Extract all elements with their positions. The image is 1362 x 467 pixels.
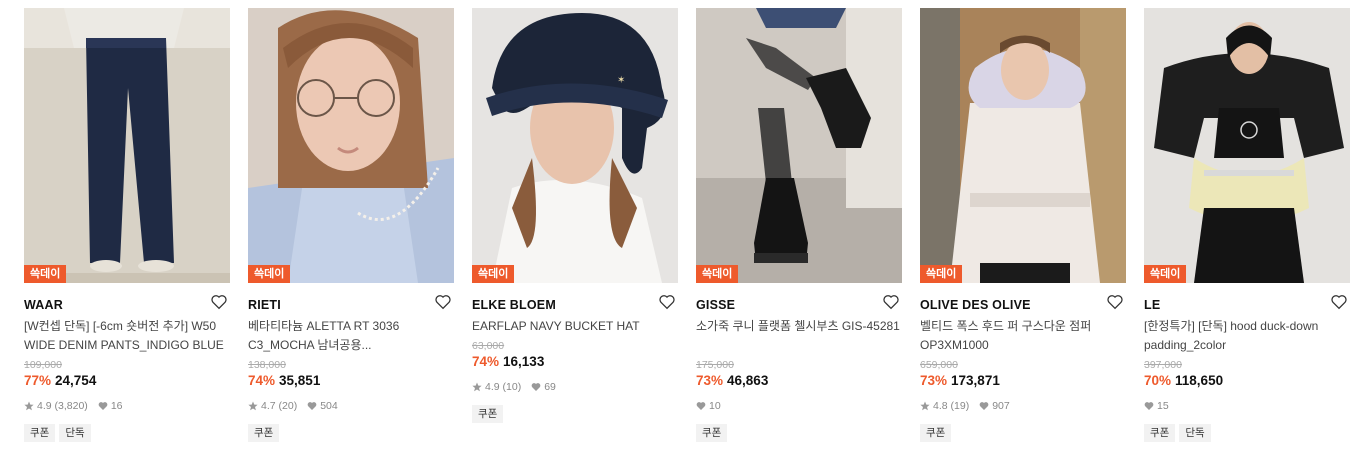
heart-outline-icon[interactable] <box>882 293 900 311</box>
product-name[interactable]: 벨티드 폭스 후드 퍼 구스다운 점퍼 OP3XM1000 <box>920 317 1126 355</box>
product-name[interactable]: [한정특가] [단독] hood duck-down padding_2colo… <box>1144 317 1350 355</box>
tag-exclusive: 단독 <box>59 424 91 442</box>
product-card[interactable]: 쓱데이 GISSE 소가죽 쿠니 플랫폼 첼시부츠 GIS-45281 175,… <box>696 8 902 442</box>
rating: 4.8 <box>933 400 948 412</box>
discount-rate: 74% <box>472 354 500 369</box>
brand-name[interactable]: OLIVE DES OLIVE <box>920 298 1031 312</box>
discount-rate: 73% <box>696 373 724 388</box>
sale-price: 173,871 <box>951 373 1000 388</box>
heart-outline-icon[interactable] <box>1106 293 1124 311</box>
sale-price: 118,650 <box>1175 373 1224 388</box>
product-image[interactable]: 쓱데이 <box>1144 8 1350 283</box>
product-grid: 쓱데이 WAAR [W컨셉 단독] [-6cm 숏버전 추가] W50 WIDE… <box>0 0 1362 467</box>
review-count: (20) <box>278 400 298 412</box>
tag-coupon: 쿠폰 <box>920 424 952 442</box>
heart-filled-icon <box>1144 402 1154 410</box>
tag-coupon: 쿠폰 <box>248 424 280 442</box>
product-image[interactable]: 쓱데이 <box>696 8 902 283</box>
tag-coupon: 쿠폰 <box>24 424 56 442</box>
product-card[interactable]: ✶ 쓱데이 ELKE BLOEM EARFLAP NAVY BUCKET HAT… <box>472 8 678 423</box>
promo-badge: 쓱데이 <box>1144 265 1187 283</box>
original-price: 109,000 <box>24 359 62 371</box>
like-count: 907 <box>992 400 1010 412</box>
heart-filled-icon <box>307 402 317 410</box>
rating: 4.9 <box>37 400 52 412</box>
product-image[interactable]: ✶ 쓱데이 <box>472 8 678 283</box>
review-count: (3,820) <box>54 400 88 412</box>
original-price: 63,000 <box>472 340 505 352</box>
brand-name[interactable]: RIETI <box>248 298 281 312</box>
promo-badge: 쓱데이 <box>920 265 963 283</box>
tag-coupon: 쿠폰 <box>1144 424 1176 442</box>
product-name[interactable]: [W컨셉 단독] [-6cm 숏버전 추가] W50 WIDE DENIM PA… <box>24 317 230 355</box>
star-icon <box>472 382 482 392</box>
discount-rate: 74% <box>248 373 276 388</box>
product-name[interactable]: 소가죽 쿠니 플랫폼 첼시부츠 GIS-45281 <box>696 317 902 355</box>
sale-price: 46,863 <box>727 373 769 388</box>
discount-rate: 73% <box>920 373 948 388</box>
like-count: 69 <box>544 381 556 393</box>
product-image[interactable]: 쓱데이 <box>24 8 230 283</box>
heart-filled-icon <box>979 402 989 410</box>
original-price: 138,000 <box>248 359 286 371</box>
promo-badge: 쓱데이 <box>248 265 291 283</box>
star-icon <box>24 401 34 411</box>
svg-text:✶: ✶ <box>617 75 625 86</box>
sale-price: 35,851 <box>279 373 321 388</box>
heart-filled-icon <box>696 402 706 410</box>
discount-rate: 70% <box>1144 373 1172 388</box>
review-count: (19) <box>950 400 970 412</box>
promo-badge: 쓱데이 <box>472 265 515 283</box>
review-count: (10) <box>502 381 522 393</box>
sale-price: 24,754 <box>55 373 97 388</box>
brand-name[interactable]: ELKE BLOEM <box>472 298 556 312</box>
product-card[interactable]: 쓱데이 WAAR [W컨셉 단독] [-6cm 숏버전 추가] W50 WIDE… <box>24 8 230 442</box>
heart-filled-icon <box>98 402 108 410</box>
product-name[interactable]: EARFLAP NAVY BUCKET HAT <box>472 317 678 336</box>
promo-badge: 쓱데이 <box>696 265 739 283</box>
tag-coupon: 쿠폰 <box>472 405 504 423</box>
heart-outline-icon[interactable] <box>658 293 676 311</box>
original-price: 175,000 <box>696 359 734 371</box>
star-icon <box>248 401 258 411</box>
tag-coupon: 쿠폰 <box>696 424 728 442</box>
sale-price: 16,133 <box>503 354 545 369</box>
heart-outline-icon[interactable] <box>434 293 452 311</box>
heart-filled-icon <box>531 383 541 391</box>
heart-outline-icon[interactable] <box>1330 293 1348 311</box>
like-count: 10 <box>709 400 721 412</box>
promo-badge: 쓱데이 <box>24 265 67 283</box>
brand-name[interactable]: GISSE <box>696 298 735 312</box>
rating: 4.7 <box>261 400 276 412</box>
discount-rate: 77% <box>24 373 52 388</box>
like-count: 16 <box>110 400 123 412</box>
product-image[interactable]: 쓱데이 <box>248 8 454 283</box>
star-icon <box>920 401 930 411</box>
like-count: 15 <box>1157 400 1169 412</box>
tag-exclusive: 단독 <box>1179 424 1211 442</box>
heart-outline-icon[interactable] <box>210 293 228 311</box>
product-card[interactable]: 쓱데이 RIETI 베타티타늄 ALETTA RT 3036 C3_MOCHA … <box>248 8 454 442</box>
product-card[interactable]: 쓱데이 OLIVE DES OLIVE 벨티드 폭스 후드 퍼 구스다운 점퍼 … <box>920 8 1126 442</box>
brand-name[interactable]: LE <box>1144 298 1160 312</box>
brand-name[interactable]: WAAR <box>24 298 63 312</box>
like-count: 504 <box>320 400 338 412</box>
original-price: 397,000 <box>1144 359 1182 371</box>
rating: 4.9 <box>485 381 500 393</box>
product-name[interactable]: 베타티타늄 ALETTA RT 3036 C3_MOCHA 남녀공용... <box>248 317 454 355</box>
product-image[interactable]: 쓱데이 <box>920 8 1126 283</box>
original-price: 659,000 <box>920 359 958 371</box>
product-card[interactable]: 쓱데이 LE [한정특가] [단독] hood duck-down paddin… <box>1144 8 1350 442</box>
